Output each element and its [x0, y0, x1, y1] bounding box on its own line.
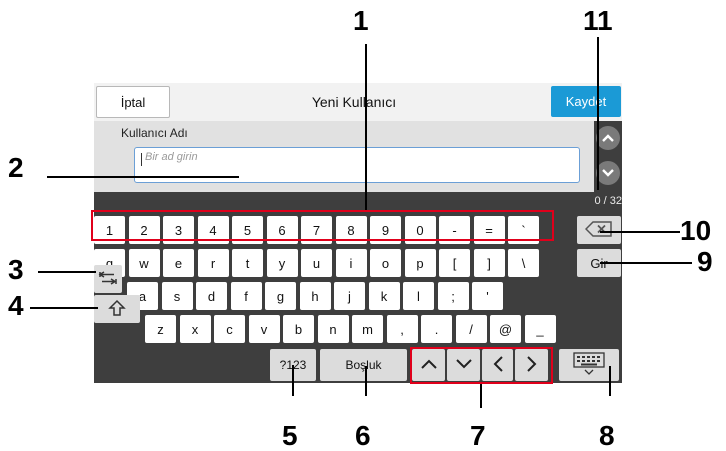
- callout-6: 6: [355, 420, 371, 451]
- key-row4-5[interactable]: n: [317, 315, 349, 343]
- key-row3-4[interactable]: g: [265, 282, 296, 310]
- callout-line-11: [597, 37, 599, 190]
- callout-line-1: [365, 44, 367, 210]
- callout-line-9: [600, 262, 692, 264]
- key-row2-4[interactable]: t: [232, 249, 263, 277]
- key-row3-7[interactable]: k: [368, 282, 400, 310]
- callout-10: 10: [680, 215, 712, 246]
- key-row2-8[interactable]: o: [370, 249, 401, 277]
- key-row4-6[interactable]: m: [352, 315, 383, 343]
- callout-4: 4: [8, 290, 24, 321]
- key-row2-9[interactable]: p: [404, 249, 436, 277]
- key-row2-10[interactable]: [: [439, 249, 470, 277]
- key-row4-9[interactable]: /: [455, 315, 487, 343]
- key-row3-6[interactable]: j: [334, 282, 365, 310]
- key-row2-12[interactable]: \: [508, 249, 539, 277]
- tab-key[interactable]: [94, 265, 122, 293]
- callout-line-8: [609, 366, 611, 396]
- callout-8: 8: [599, 420, 615, 451]
- key-row3-1[interactable]: s: [161, 282, 193, 310]
- key-row4-2[interactable]: c: [214, 315, 245, 343]
- key-row4-4[interactable]: b: [283, 315, 314, 343]
- key-row4-7[interactable]: ,: [386, 315, 418, 343]
- backspace-key[interactable]: [577, 216, 621, 244]
- callout-line-4: [30, 307, 98, 309]
- callout-line-5: [292, 365, 294, 396]
- key-row2-3[interactable]: r: [197, 249, 229, 277]
- callout-1: 1: [353, 5, 369, 36]
- page-title: Yeni Kullanıcı: [311, 94, 397, 110]
- tab-icon: [98, 270, 118, 289]
- save-button[interactable]: Kaydet: [551, 86, 621, 117]
- key-row3-10[interactable]: ': [472, 282, 503, 310]
- highlight-key-row: [91, 210, 554, 241]
- text-cursor: [141, 153, 142, 166]
- field-label: Kullanıcı Adı: [121, 126, 188, 140]
- char-counter: 0 / 32: [594, 195, 622, 207]
- key-row4-8[interactable]: .: [421, 315, 452, 343]
- key-row3-2[interactable]: d: [196, 282, 227, 310]
- key-row3-5[interactable]: h: [299, 282, 331, 310]
- backspace-icon: [584, 220, 613, 240]
- key-row2-2[interactable]: e: [163, 249, 194, 277]
- callout-line-10: [600, 231, 680, 233]
- space-key[interactable]: Boşluk: [320, 349, 407, 381]
- cancel-button[interactable]: İptal: [96, 86, 170, 118]
- key-row3-3[interactable]: f: [230, 282, 262, 310]
- key-row2-6[interactable]: u: [301, 249, 332, 277]
- highlight-cursor-keys: [410, 347, 553, 384]
- keyboard-icon: [572, 351, 606, 379]
- key-row3-8[interactable]: l: [403, 282, 434, 310]
- input-placeholder: Bir ad girin: [145, 151, 198, 163]
- callout-2: 2: [8, 152, 24, 183]
- key-row3-9[interactable]: ;: [437, 282, 469, 310]
- callout-5: 5: [282, 420, 298, 451]
- key-row4-1[interactable]: x: [179, 315, 211, 343]
- key-row4-0[interactable]: z: [145, 315, 176, 343]
- shift-icon: [108, 299, 126, 320]
- key-row2-7[interactable]: i: [335, 249, 367, 277]
- key-row2-11[interactable]: ]: [473, 249, 505, 277]
- key-row4-11[interactable]: _: [524, 315, 556, 343]
- key-row4-10[interactable]: @: [490, 315, 521, 343]
- callout-7: 7: [470, 420, 486, 451]
- scroll-up-icon[interactable]: [596, 126, 620, 150]
- key-row2-1[interactable]: w: [128, 249, 160, 277]
- callout-line-2: [47, 176, 239, 178]
- callout-11: 11: [583, 5, 613, 36]
- key-row4-3[interactable]: v: [248, 315, 280, 343]
- key-row2-5[interactable]: y: [266, 249, 298, 277]
- callout-line-7: [480, 384, 482, 408]
- form-area: Kullanıcı Adı Bir ad girin: [94, 121, 594, 192]
- shift-key[interactable]: [94, 295, 140, 323]
- callout-line-3: [38, 271, 96, 273]
- top-bar: İptal Yeni Kullanıcı Kaydet: [94, 83, 622, 121]
- callout-3: 3: [8, 254, 24, 285]
- scroll-down-icon[interactable]: [596, 161, 620, 185]
- callout-line-6: [365, 366, 367, 396]
- callout-9: 9: [697, 246, 713, 277]
